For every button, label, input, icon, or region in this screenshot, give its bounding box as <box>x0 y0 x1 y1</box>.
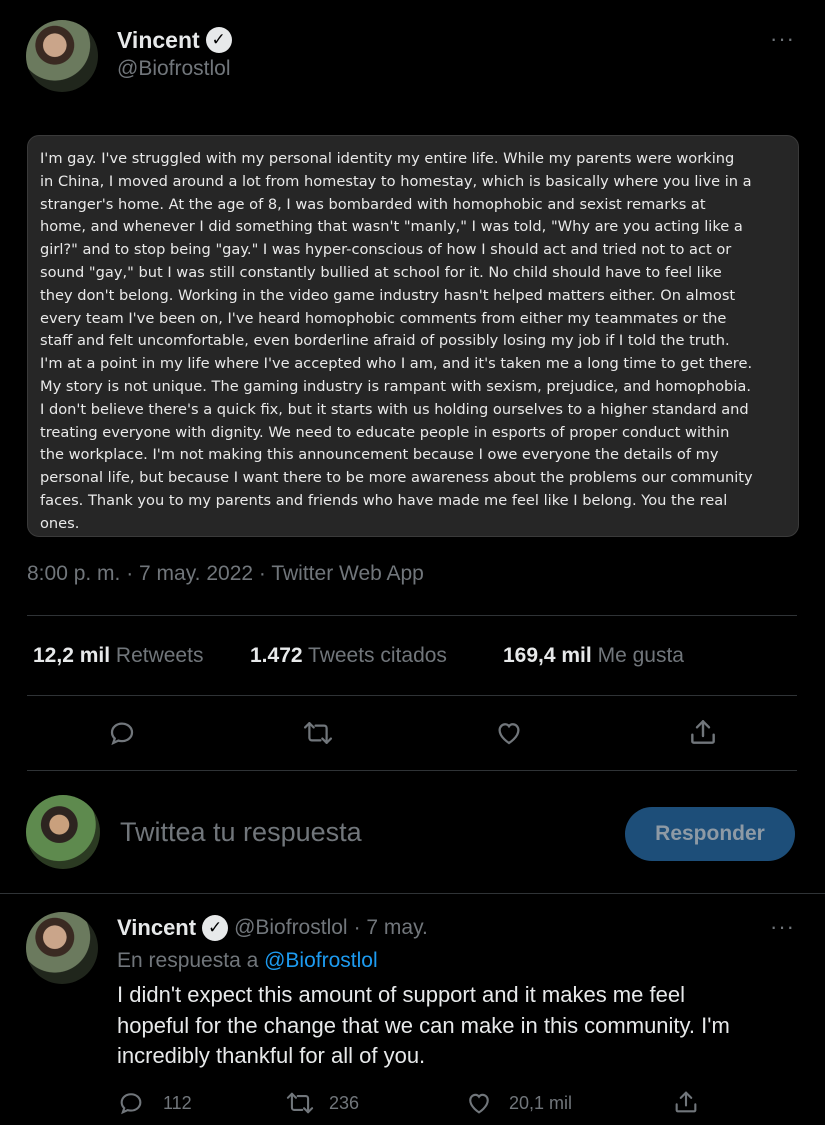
author-handle[interactable]: @Biofrostlol <box>117 57 231 81</box>
reply-text-line: incredibly thankful for all of you. <box>117 1043 426 1068</box>
retweet-count: 236 <box>329 1092 360 1113</box>
likes-stat[interactable]: 169,4 mil Me gusta <box>503 644 684 668</box>
divider <box>27 615 797 616</box>
more-dots-icon[interactable]: ··· <box>770 914 795 940</box>
statement-line: home, and whenever I did something that … <box>40 218 743 236</box>
retweet-icon[interactable] <box>285 1089 315 1117</box>
reply-retweet-action[interactable]: 236 <box>285 1089 359 1117</box>
reply-count: 112 <box>163 1092 192 1113</box>
likes-count: 169,4 mil <box>503 644 592 667</box>
statement-line: the workplace. I'm not making this annou… <box>40 446 719 464</box>
author-name[interactable]: Vincent <box>117 27 200 54</box>
statement-line: faces. Thank you to my parents and frien… <box>40 491 728 509</box>
statement-image[interactable]: I'm gay. I've struggled with my personal… <box>27 135 799 537</box>
author-name-row[interactable]: Vincent ✓ <box>117 25 232 55</box>
retweet-icon[interactable] <box>302 718 334 748</box>
reply-author-avatar[interactable] <box>26 912 98 984</box>
reply-author-name[interactable]: Vincent <box>117 915 196 941</box>
retweets-stat[interactable]: 12,2 mil Retweets <box>33 644 203 668</box>
retweets-count: 12,2 mil <box>33 644 111 667</box>
statement-line: every team I've been on, I've heard homo… <box>40 309 727 327</box>
statement-line: ones. <box>40 514 80 532</box>
reply-text: I didn't expect this amount of support a… <box>117 980 730 1072</box>
statement-line: I don't believe there's a quick fix, but… <box>40 400 749 418</box>
like-icon[interactable] <box>465 1089 493 1117</box>
reply-reply-action[interactable]: 112 <box>117 1089 192 1117</box>
quotes-count: 1.472 <box>250 644 303 667</box>
statement-line: I'm at a point in my life where I've acc… <box>40 355 753 373</box>
statement-text: I'm gay. I've struggled with my personal… <box>40 148 800 536</box>
statement-line: personal life, but because I want there … <box>40 469 753 487</box>
tweet-timestamp[interactable]: 8:00 p. m. · 7 may. 2022 · Twitter Web A… <box>27 562 424 586</box>
reply-icon[interactable] <box>107 718 137 748</box>
verified-badge-icon: ✓ <box>202 915 229 941</box>
reply-author-row[interactable]: Vincent ✓ @Biofrostlol · 7 may. <box>117 913 428 943</box>
statement-line: treating everyone with dignity. We need … <box>40 423 730 441</box>
statement-line: I'm gay. I've struggled with my personal… <box>40 150 735 167</box>
like-icon[interactable] <box>494 718 524 748</box>
divider <box>0 893 825 894</box>
share-icon[interactable] <box>687 716 719 748</box>
user-avatar[interactable] <box>26 795 100 869</box>
quotes-stat[interactable]: 1.472 Tweets citados <box>250 644 447 668</box>
replying-to-link[interactable]: @Biofrostlol <box>264 949 378 972</box>
reply-input[interactable]: Twittea tu respuesta <box>120 817 362 848</box>
statement-line: sound "gay," but I was still constantly … <box>40 263 722 281</box>
reply-text-line: hopeful for the change that we can make … <box>117 1012 730 1038</box>
reply-button[interactable]: Responder <box>625 807 795 861</box>
author-avatar[interactable] <box>26 20 98 92</box>
reply-text-line: I didn't expect this amount of support a… <box>117 982 685 1007</box>
divider <box>27 695 797 696</box>
reply-date[interactable]: · 7 may. <box>354 916 428 940</box>
quotes-label: Tweets citados <box>308 644 447 667</box>
replying-prefix: En respuesta a <box>117 949 259 972</box>
retweets-label: Retweets <box>115 644 204 667</box>
likes-label: Me gusta <box>597 644 684 667</box>
more-dots-icon[interactable]: ··· <box>770 26 795 52</box>
statement-line: stranger's home. At the age of 8, I was … <box>40 195 706 213</box>
reply-author-handle[interactable]: @Biofrostlol <box>234 916 348 940</box>
statement-line: My story is not unique. The gaming indus… <box>40 377 751 395</box>
statement-line: in China, I moved around a lot from home… <box>40 172 752 190</box>
share-icon[interactable] <box>672 1088 700 1116</box>
reply-like-action[interactable]: 20,1 mil <box>465 1089 572 1117</box>
replying-to-line: En respuesta a @Biofrostlol <box>117 949 378 973</box>
like-count: 20,1 mil <box>509 1092 573 1113</box>
statement-line: they don't belong. Working in the video … <box>40 286 736 304</box>
statement-line: staff and felt uncomfortable, even borde… <box>40 332 730 350</box>
divider <box>27 770 797 771</box>
verified-badge-icon: ✓ <box>205 27 232 53</box>
statement-line: girl?" and to stop being "gay." I was hy… <box>40 241 732 259</box>
reply-icon[interactable] <box>117 1089 145 1117</box>
